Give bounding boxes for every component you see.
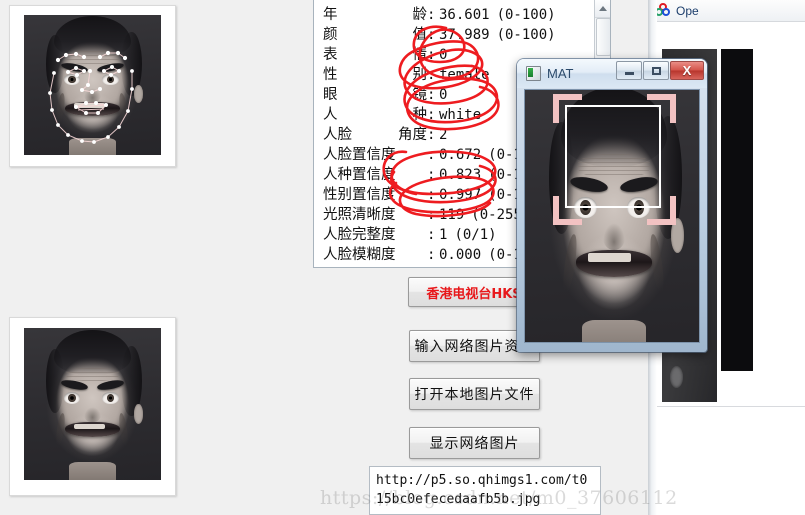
facial-landmarks-overlay (48, 50, 134, 144)
result-colon: : (427, 147, 436, 163)
result-label: 人脸模糊度 (323, 247, 396, 263)
mouth-3 (576, 250, 652, 277)
result-colon: : (427, 207, 436, 223)
result-row: 年龄:36.601 (0-100) (323, 5, 591, 25)
result-colon: : (427, 47, 436, 63)
result-colon: : (427, 227, 436, 243)
maximize-icon (651, 66, 661, 75)
close-button[interactable]: X (670, 61, 704, 80)
nose-3 (602, 223, 626, 251)
result-value: 0 (439, 87, 448, 103)
result-label-right: 镜 (412, 87, 428, 103)
button-show-network-image[interactable]: 显示网络图片 (409, 427, 540, 459)
result-colon: : (427, 107, 436, 123)
maximize-button[interactable] (643, 61, 669, 80)
button-open-local-file[interactable]: 打开本地图片文件 (409, 378, 540, 410)
result-colon: : (427, 67, 436, 83)
background-window-title: Ope (676, 3, 699, 18)
background-window-titlebar[interactable]: Ope (648, 0, 805, 22)
result-range: (0-100) (496, 27, 556, 43)
background-divider (648, 406, 805, 407)
result-value: 0.672 (439, 147, 482, 163)
result-colon: : (427, 127, 436, 143)
background-image-strip-2 (721, 49, 753, 371)
result-label: 年龄 (323, 5, 427, 25)
preview-box-landmarks[interactable] (9, 5, 176, 167)
result-label: 表情 (323, 45, 427, 65)
mouth-2 (65, 422, 120, 438)
background-image-ear (670, 366, 683, 388)
result-value: 37.989 (439, 27, 490, 43)
face-render-2 (24, 328, 161, 480)
result-label-left: 年 (323, 7, 338, 23)
result-label-left: 人脸 (323, 127, 352, 143)
result-label-left: 表 (323, 47, 338, 63)
result-label: 光照清晰度 (323, 207, 396, 223)
result-range: (0/1) (454, 227, 497, 243)
eye-left-2 (63, 391, 81, 404)
neck-2 (69, 461, 116, 480)
result-colon: : (427, 27, 436, 43)
result-label: 人脸置信度 (323, 147, 396, 163)
result-label: 性别 (323, 65, 427, 85)
mat-window-canvas (524, 89, 700, 343)
app-root: Ope 年 龄: 36.601 (0-100) 颜 值: 37.989 (0… (0, 0, 805, 515)
face-detection-rectangle (565, 105, 661, 208)
ear-right-2 (133, 404, 144, 424)
result-colon: : (427, 87, 436, 103)
result-label-right: 龄 (412, 7, 428, 23)
watermark: https://blog.csdn.net/m0_37606112 (320, 487, 678, 509)
result-value: white (439, 107, 482, 123)
result-label-right: 种 (412, 107, 428, 123)
result-value: 1 (439, 227, 448, 243)
neck-3 (581, 319, 647, 342)
mat-window-titlebar[interactable]: MAT X (517, 59, 707, 88)
result-label-right: 别 (412, 67, 428, 83)
result-label-right: 角度 (398, 127, 427, 143)
result-label-right: 情 (412, 47, 428, 63)
result-label: 人种 (323, 105, 427, 125)
close-icon: X (682, 63, 692, 78)
result-colon: : (427, 187, 436, 203)
nose-2 (84, 407, 101, 423)
result-label-left: 眼 (323, 87, 338, 103)
result-colon: : (427, 7, 436, 23)
forehead-wrinkles-2 (66, 367, 119, 382)
mat-window[interactable]: MAT X (517, 59, 707, 352)
result-label: 人脸完整度 (323, 227, 396, 243)
result-value: 36.601 (439, 7, 490, 23)
result-label-left: 人 (323, 107, 338, 123)
preview-image-landmarks (24, 15, 161, 155)
eye-right-2 (102, 391, 119, 404)
result-value: 0.823 (439, 167, 482, 183)
result-label-left: 颜 (323, 27, 338, 43)
result-label: 人种置信度 (323, 167, 396, 183)
minimize-icon (624, 72, 634, 75)
result-label: 眼镜 (323, 85, 427, 105)
mat-window-icon (526, 66, 541, 81)
scroll-up-arrow-icon[interactable] (595, 0, 610, 18)
result-value: 0.000 (439, 247, 482, 263)
result-label: 性别置信度 (323, 187, 396, 203)
result-label: 颜值 (323, 25, 427, 45)
result-row: 颜值:37.989 (0-100) (323, 25, 591, 45)
result-range: (0-100) (496, 7, 556, 23)
scrollbar-thumb[interactable] (596, 18, 610, 56)
result-colon: : (427, 247, 436, 263)
result-value: 0 (439, 47, 448, 63)
result-label-right: 值 (412, 27, 428, 43)
result-value: 2 (439, 127, 448, 143)
result-value: female (439, 67, 490, 83)
mat-window-title: MAT (547, 66, 574, 81)
opencv-logo-icon (655, 3, 671, 17)
preview-image-original (24, 328, 161, 480)
result-value: 0.997 (439, 187, 482, 203)
result-value: 119 (439, 207, 465, 223)
result-label: 人脸 角度 (323, 125, 427, 145)
preview-box-original[interactable] (9, 317, 176, 496)
result-colon: : (427, 167, 436, 183)
minimize-button[interactable] (616, 61, 642, 80)
result-label-left: 性 (323, 67, 338, 83)
mat-window-controls: X (616, 61, 704, 80)
